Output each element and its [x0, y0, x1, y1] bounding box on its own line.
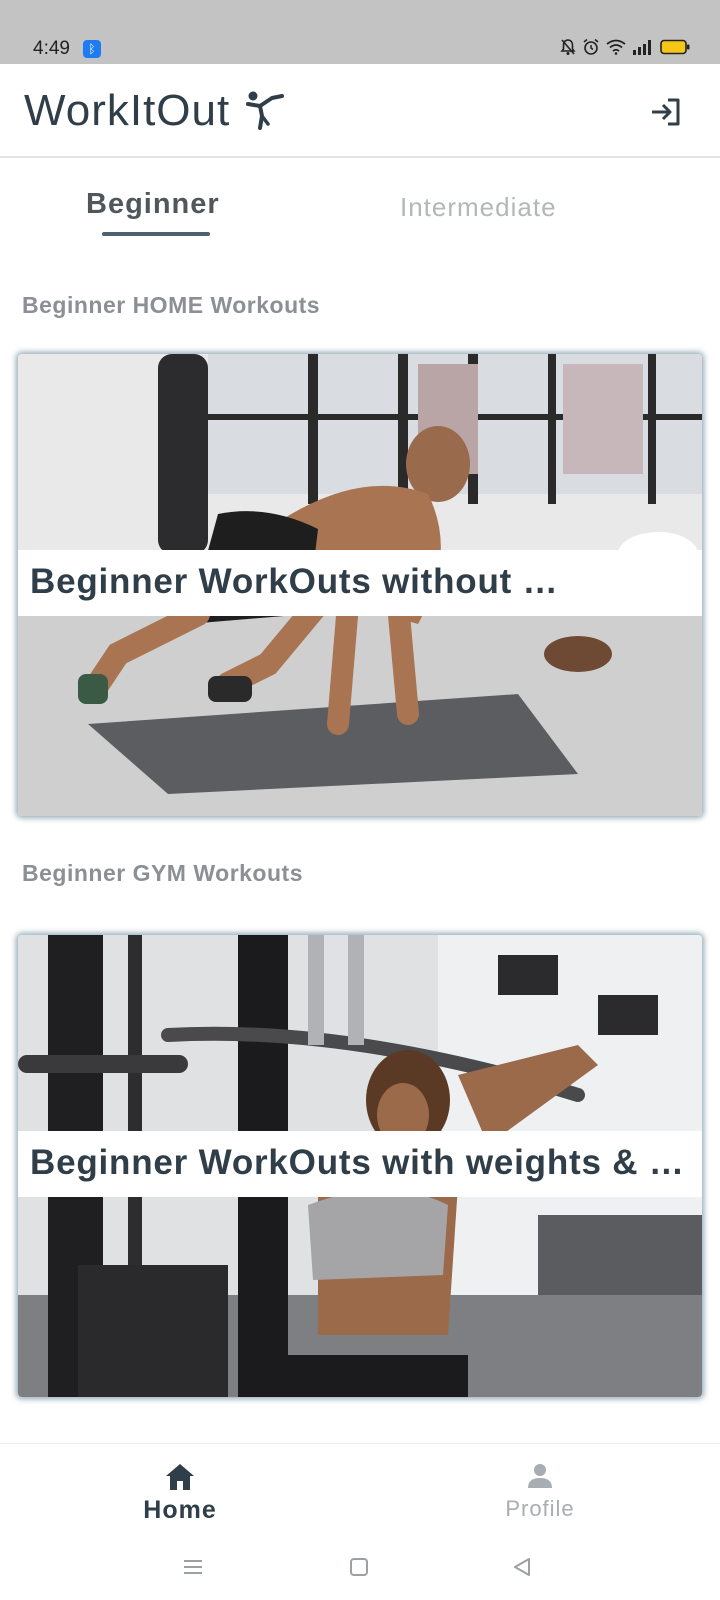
workout-card-gym[interactable]: Beginner WorkOuts with weights & … — [18, 935, 702, 1397]
nav-label-profile: Profile — [505, 1496, 575, 1521]
app-bar: WorkItOut — [0, 64, 720, 158]
status-time: 4:49 — [33, 38, 70, 59]
tab-beginner[interactable]: Beginner — [86, 188, 220, 221]
logout-icon[interactable] — [648, 94, 684, 130]
bottom-nav: Home Profile — [0, 1443, 720, 1543]
nav-item-home[interactable]: Home — [90, 1462, 270, 1525]
card-title-home: Beginner WorkOuts without … — [30, 562, 559, 601]
card-caption-bar: Beginner WorkOuts with weights & … — [18, 1131, 702, 1197]
wifi-icon — [606, 39, 626, 55]
person-icon — [528, 1464, 552, 1488]
system-nav-bar — [0, 1543, 720, 1600]
nav-item-profile[interactable]: Profile — [450, 1462, 630, 1522]
back-triangle-icon[interactable] — [512, 1557, 532, 1577]
nav-label-home: Home — [143, 1496, 217, 1524]
bluetooth-badge-icon: ᛒ — [83, 40, 101, 58]
section-title-gym: Beginner GYM Workouts — [22, 860, 303, 886]
martial-arts-kick-icon — [246, 91, 284, 130]
status-icons — [560, 38, 690, 56]
home-icon — [166, 1464, 194, 1490]
card-caption-bar: Beginner WorkOuts without … — [18, 550, 702, 616]
tab-selected-indicator — [102, 232, 210, 236]
menu-icon[interactable] — [182, 1557, 204, 1577]
signal-icon — [633, 40, 651, 55]
home-square-icon[interactable] — [349, 1557, 369, 1577]
alarm-icon — [583, 38, 599, 55]
status-bar: 4:49 ᛒ — [0, 0, 720, 64]
section-title-home: Beginner HOME Workouts — [22, 292, 321, 318]
workout-card-home[interactable]: Beginner WorkOuts without … — [18, 354, 702, 816]
tab-intermediate[interactable]: Intermediate — [400, 192, 557, 223]
mute-bell-icon — [560, 39, 576, 55]
card-title-gym: Beginner WorkOuts with weights & … — [30, 1143, 685, 1182]
battery-icon — [660, 39, 690, 55]
app-title: WorkItOut — [24, 86, 231, 135]
level-tabs: Beginner Intermediate — [0, 160, 720, 250]
